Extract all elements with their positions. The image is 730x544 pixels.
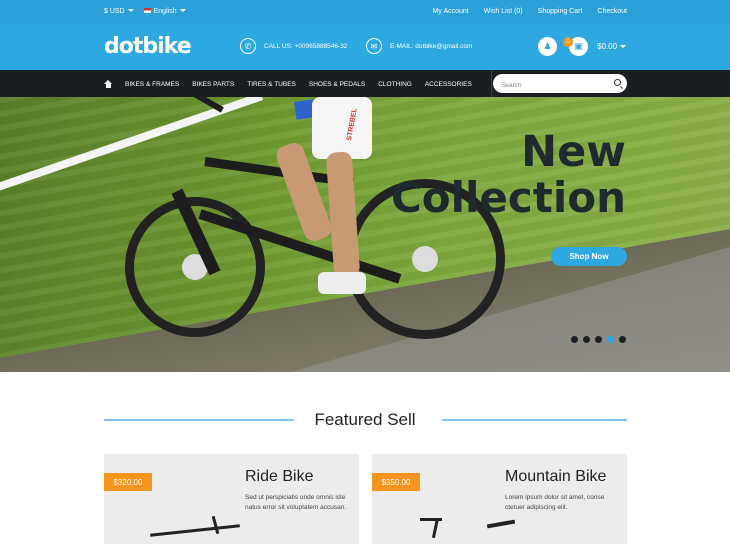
chevron-down-icon — [179, 9, 186, 12]
hero-slider: STREBEL New Collection Shop Now — [0, 97, 730, 372]
account-button[interactable]: ♟ — [538, 37, 557, 56]
slider-dot-4[interactable] — [607, 336, 614, 343]
main-navigation: BIKES & FRAMES BIKES PARTS TIRES & TUBES… — [0, 70, 730, 97]
flag-icon — [143, 8, 151, 13]
slider-dot-5[interactable] — [619, 336, 626, 343]
nav-item-bikes-frames[interactable]: BIKES & FRAMES — [125, 81, 179, 88]
search-icon[interactable] — [614, 79, 621, 86]
language-selector[interactable]: English — [143, 8, 186, 15]
currency-selector[interactable]: $ USD — [104, 8, 134, 15]
product-image-detail — [211, 515, 220, 535]
search-input[interactable] — [493, 76, 603, 95]
logo-text: dotbike — [104, 34, 192, 59]
product-price-badge: $320.00 — [104, 473, 152, 491]
product-image[interactable] — [150, 524, 240, 537]
cart-total-text: $0.00 — [597, 42, 618, 51]
header-actions: ♟ 0 ▣ $0.00 — [538, 37, 627, 56]
account-links: My Account Wish List (0) Shopping Cart C… — [433, 8, 627, 15]
slider-dots — [571, 336, 626, 343]
chevron-down-icon — [127, 9, 134, 12]
shopping-bag-icon: ▣ — [574, 41, 583, 51]
nav-item-clothing[interactable]: CLOTHING — [378, 81, 412, 88]
wish-list-link[interactable]: Wish List (0) — [484, 8, 523, 15]
email-contact: ✉ E-MAIL: dotbike@gmail.com — [366, 38, 472, 54]
hero-title-line1: New — [521, 127, 626, 177]
slider-dot-2[interactable] — [583, 336, 590, 343]
search-box — [493, 74, 627, 95]
email-text: E-MAIL: dotbike@gmail.com — [390, 42, 473, 50]
featured-section-title: Featured Sell — [314, 410, 416, 429]
phone-icon: ✆ — [240, 38, 256, 54]
shopping-cart-link[interactable]: Shopping Cart — [538, 8, 583, 15]
top-bar: $ USD English My Account Wish List (0) S… — [0, 0, 730, 24]
phone-text: CALL US: +00965888546-32 — [264, 42, 348, 50]
product-description: Sed ut perspiciatis unde omnis iste natu… — [245, 494, 347, 511]
product-name[interactable]: Ride Bike — [245, 468, 313, 486]
product-card[interactable]: $350.00 Mountain Bike Lorem ipsum dolor … — [372, 454, 627, 544]
my-account-link[interactable]: My Account — [433, 8, 469, 15]
nav-item-bikes-parts[interactable]: BIKES PARTS — [192, 81, 234, 88]
nav-item-shoes-pedals[interactable]: SHOES & PEDALS — [309, 81, 365, 88]
locale-selectors: $ USD English — [104, 8, 186, 15]
product-description: Lorem ipsum dolor sit amet, conse ctetue… — [505, 494, 605, 511]
cart-button[interactable]: 0 ▣ — [563, 37, 588, 56]
nav-items: BIKES & FRAMES BIKES PARTS TIRES & TUBES… — [104, 80, 472, 88]
site-header: dotbike ✆ CALL US: +00965888546-32 ✉ E-M… — [0, 24, 730, 70]
cart-count-badge: 0 — [563, 37, 573, 47]
cart-total-dropdown[interactable]: $0.00 — [597, 42, 627, 51]
product-name[interactable]: Mountain Bike — [505, 468, 606, 486]
rider-shorts: STREBEL — [312, 97, 372, 159]
rider-shoe — [318, 272, 366, 294]
phone-contact: ✆ CALL US: +00965888546-32 — [240, 38, 347, 54]
product-price-badge: $350.00 — [372, 473, 420, 491]
home-icon[interactable] — [104, 80, 112, 88]
jersey-text: STREBEL — [346, 107, 359, 142]
rear-hub — [412, 246, 438, 272]
product-image-detail — [486, 519, 516, 529]
site-logo[interactable]: dotbike — [104, 34, 192, 59]
slider-dot-1[interactable] — [571, 336, 578, 343]
slider-dot-3[interactable] — [595, 336, 602, 343]
currency-label: $ USD — [104, 8, 125, 15]
checkout-link[interactable]: Checkout — [597, 8, 627, 15]
hero-title-line2: Collection — [390, 173, 626, 222]
user-icon: ♟ — [543, 41, 552, 51]
nav-item-tires-tubes[interactable]: TIRES & TUBES — [247, 81, 296, 88]
nav-divider — [491, 70, 492, 97]
product-card[interactable]: $320.00 Ride Bike Sed ut perspiciatis un… — [104, 454, 359, 544]
shop-now-button[interactable]: Shop Now — [551, 247, 627, 266]
chevron-down-icon — [620, 45, 627, 48]
mail-icon: ✉ — [366, 38, 382, 54]
language-label: English — [153, 8, 177, 15]
nav-item-accessories[interactable]: ACCESSORIES — [425, 81, 472, 88]
